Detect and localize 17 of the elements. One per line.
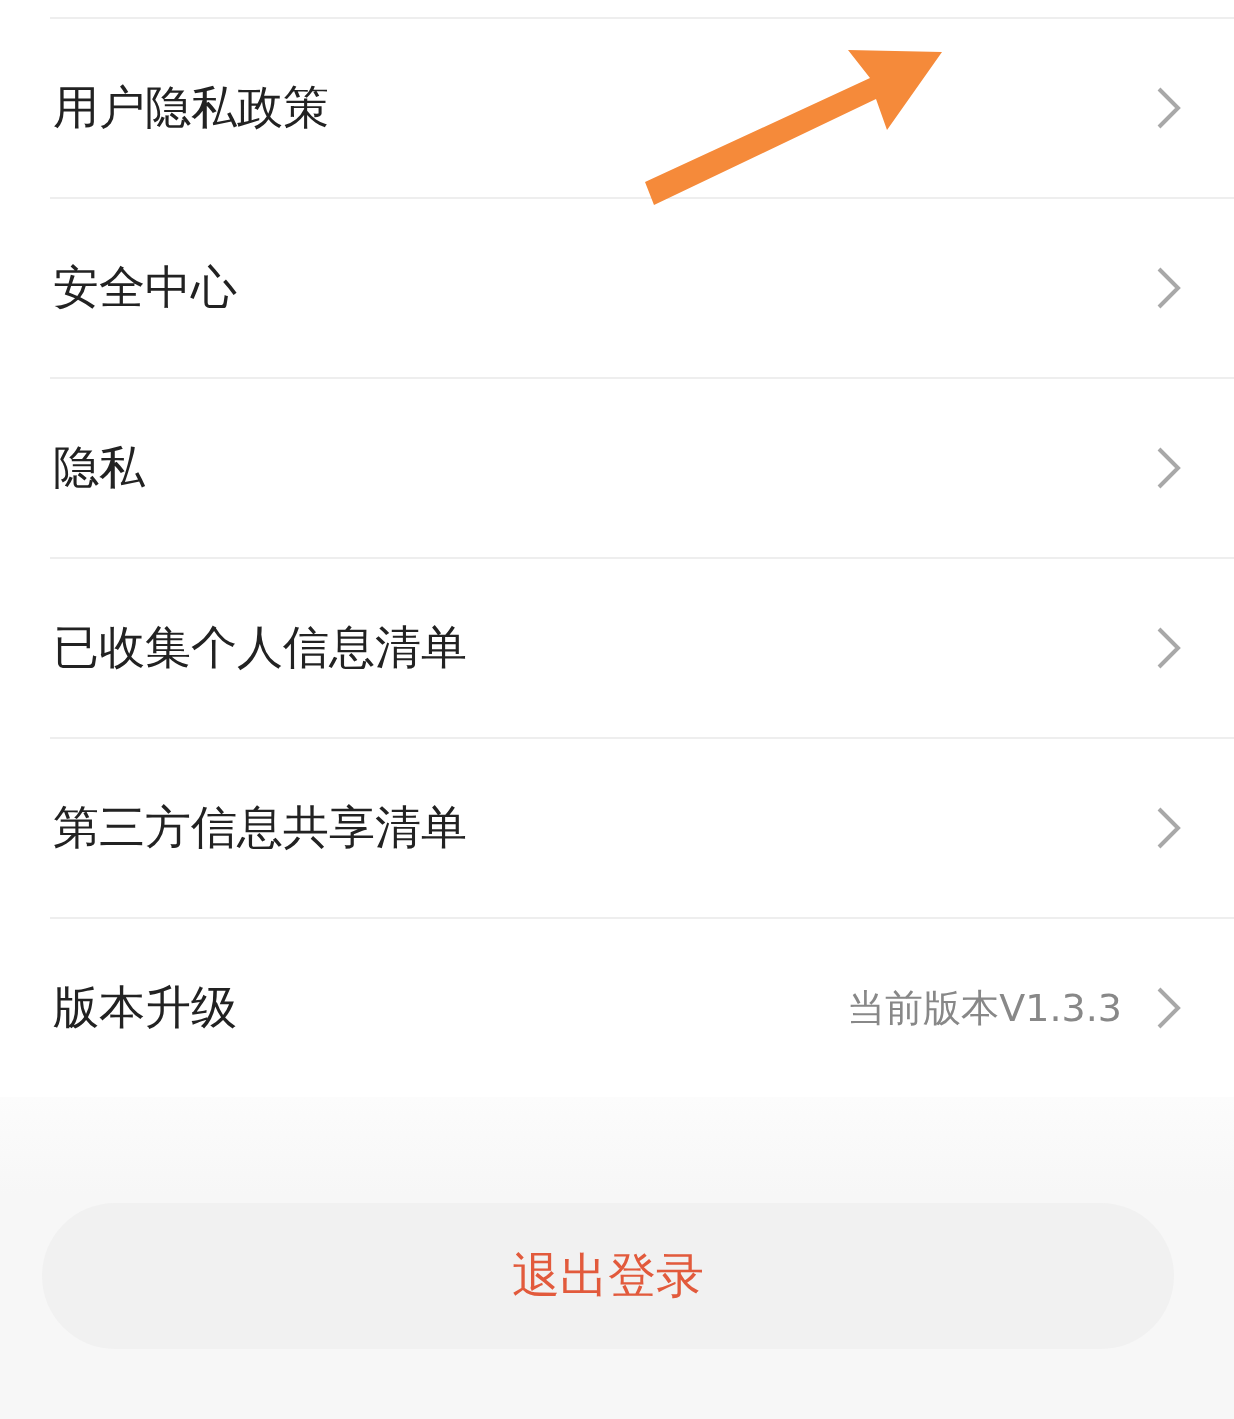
- menu-item-label: 安全中心: [53, 259, 238, 316]
- menu-item-label: 已收集个人信息清单: [53, 619, 468, 676]
- menu-item-label: 第三方信息共享清单: [53, 799, 468, 856]
- menu-item-label: 隐私: [53, 439, 146, 496]
- menu-item-label: 用户隐私政策: [53, 79, 330, 136]
- menu-item[interactable]: 第三方信息共享清单: [50, 737, 1234, 917]
- chevron-right-icon: [1156, 986, 1182, 1030]
- chevron-right-icon: [1156, 446, 1182, 490]
- chevron-right-icon: [1156, 626, 1182, 670]
- chevron-right-icon: [1156, 86, 1182, 130]
- version-text: 当前版本V1.3.3: [847, 984, 1122, 1032]
- menu-item-label: 版本升级: [53, 979, 238, 1036]
- chevron-right-icon: [1156, 806, 1182, 850]
- menu-item[interactable]: 安全中心: [50, 197, 1234, 377]
- menu-item[interactable]: 已收集个人信息清单: [50, 557, 1234, 737]
- chevron-right-icon: [1156, 266, 1182, 310]
- menu-item[interactable]: 隐私: [50, 377, 1234, 557]
